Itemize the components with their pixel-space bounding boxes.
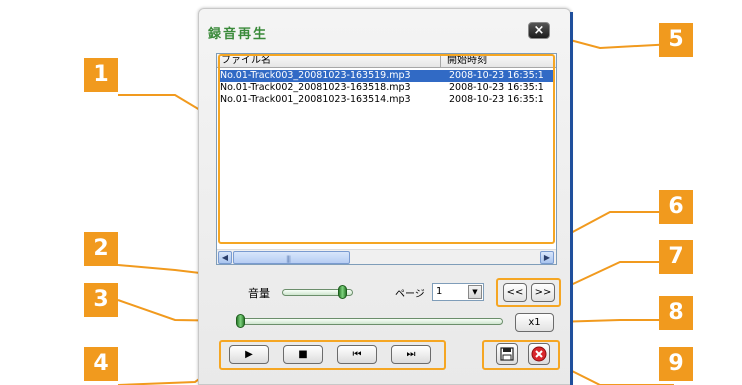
callout-label-6: 6 — [659, 190, 693, 224]
callout-label-2: 2 — [84, 232, 118, 266]
stop-icon: ■ — [298, 349, 308, 360]
scroll-thumb[interactable]: ||| — [233, 251, 350, 264]
scroll-right-icon[interactable]: ▶ — [540, 251, 554, 264]
screenshot-canvas: 録音再生 × ファイル名 開始時刻 No.01-Track003_2008102… — [0, 0, 742, 385]
delete-icon — [531, 346, 547, 362]
list-header: ファイル名 開始時刻 — [217, 54, 556, 68]
callout-label-3: 3 — [84, 283, 118, 317]
close-button[interactable]: × — [528, 22, 550, 39]
dialog-edge-shadow — [570, 12, 573, 385]
list-item-start-time: 2008-10-23 16:35:1 — [449, 94, 544, 105]
play-icon: ▶ — [245, 349, 253, 360]
save-button[interactable] — [496, 343, 518, 365]
skip-forward-icon: ⏭ — [406, 349, 416, 360]
horizontal-scrollbar[interactable]: ◀ ||| ▶ — [217, 249, 556, 264]
skip-back-icon: ⏮ — [352, 349, 362, 360]
scroll-grip-icon: ||| — [286, 255, 291, 263]
dialog-title: 録音再生 — [208, 27, 269, 42]
playback-position-track[interactable] — [236, 318, 503, 325]
list-item-filename: No.01-Track002_20081023-163518.mp3 — [220, 82, 411, 93]
recording-list[interactable]: ファイル名 開始時刻 No.01-Track003_20081023-16351… — [216, 53, 557, 265]
page-select-value: 1 — [436, 286, 443, 297]
callout-line-7 — [559, 261, 674, 291]
list-item-start-time: 2008-10-23 16:35:1 — [449, 82, 544, 93]
callout-label-5: 5 — [659, 23, 693, 57]
previous-track-button[interactable]: ⏮ — [337, 345, 377, 364]
list-item[interactable]: No.01-Track003_20081023-163519.mp3 2008-… — [219, 70, 554, 82]
volume-label: 音量 — [248, 287, 270, 300]
list-item-start-time: 2008-10-23 16:35:1 — [449, 70, 544, 81]
volume-slider-knob[interactable] — [337, 285, 347, 299]
playback-speed-button[interactable]: x1 — [515, 313, 554, 332]
list-item[interactable]: No.01-Track001_20081023-163514.mp3 2008-… — [219, 94, 554, 106]
page-select[interactable]: 1 ▼ — [432, 283, 484, 301]
list-item-filename: No.01-Track001_20081023-163514.mp3 — [220, 94, 411, 105]
next-track-button[interactable]: ⏭ — [391, 345, 431, 364]
callout-label-9: 9 — [659, 347, 693, 381]
page-label: ページ — [395, 289, 425, 300]
highlight-frame-page-nav — [496, 278, 561, 307]
stop-button[interactable]: ■ — [283, 345, 323, 364]
delete-button[interactable] — [528, 343, 550, 365]
callout-label-4: 4 — [84, 347, 118, 381]
list-item-filename: No.01-Track003_20081023-163519.mp3 — [220, 70, 411, 81]
callout-line-9 — [559, 364, 674, 385]
list-item[interactable]: No.01-Track002_20081023-163518.mp3 2008-… — [219, 82, 554, 94]
save-icon — [500, 347, 514, 361]
callout-label-1: 1 — [84, 58, 118, 92]
callout-label-7: 7 — [659, 240, 693, 274]
column-header-start-time[interactable]: 開始時刻 — [447, 55, 487, 67]
scroll-left-icon[interactable]: ◀ — [218, 251, 232, 264]
play-button[interactable]: ▶ — [229, 345, 269, 364]
column-header-filename[interactable]: ファイル名 — [219, 55, 441, 67]
playback-position-knob[interactable] — [236, 314, 245, 328]
dropdown-arrow-icon[interactable]: ▼ — [468, 285, 482, 299]
callout-label-8: 8 — [659, 296, 693, 330]
